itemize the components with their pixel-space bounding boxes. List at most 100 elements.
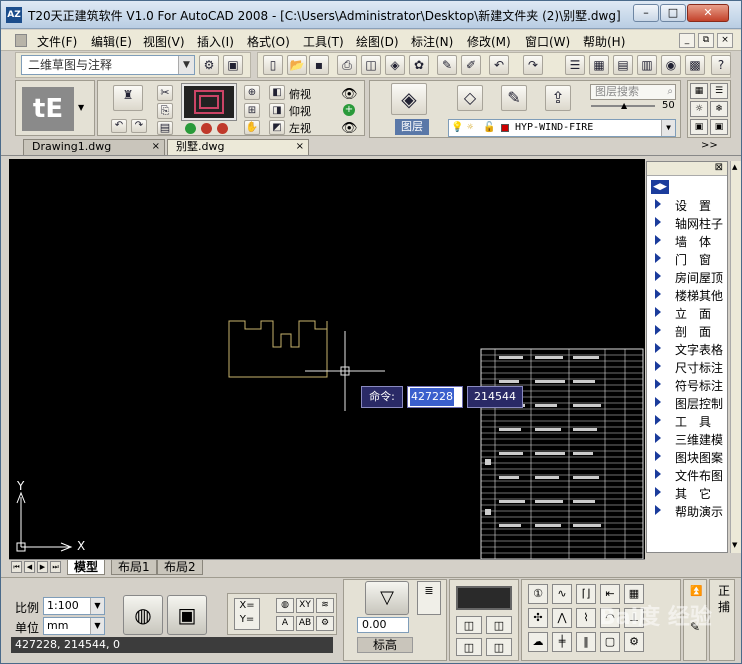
save-icon[interactable]: ▪	[309, 55, 329, 75]
maximize-button[interactable]: □	[660, 4, 686, 22]
device-button-icon[interactable]: ◫	[486, 638, 512, 656]
prev-tab-icon[interactable]: ◀	[24, 561, 35, 573]
last-tab-icon[interactable]: ⏭	[50, 561, 61, 573]
side-menu-item[interactable]: 尺寸标注	[647, 358, 727, 376]
new-file-icon[interactable]: ▯	[263, 55, 283, 75]
tab-villa[interactable]: 别墅.dwg ×	[167, 139, 309, 155]
cross-grid-icon[interactable]: ✣	[528, 608, 548, 628]
menu-tools[interactable]: 工具(T)	[303, 33, 344, 50]
red-dot-icon[interactable]	[201, 123, 212, 134]
coord-x-input[interactable]: 427228	[407, 386, 463, 408]
chevron-down-icon[interactable]: ▼	[90, 618, 104, 634]
side-menu-item[interactable]: 文字表格	[647, 340, 727, 358]
scroll-up-icon[interactable]: ▲	[732, 163, 737, 171]
globe-small-icon[interactable]: ◍	[276, 598, 294, 613]
undo-icon[interactable]: ↶	[489, 55, 509, 75]
close-button[interactable]: ✕	[687, 4, 729, 22]
drawing-frame-icon[interactable]: ▣	[167, 595, 207, 635]
device-button-icon[interactable]: ◫	[456, 638, 482, 656]
grid-icon[interactable]: ▦	[690, 83, 708, 99]
snowflake-icon[interactable]: ❄	[710, 101, 728, 117]
menu-view[interactable]: 视图(V)	[143, 33, 185, 50]
menu-window[interactable]: 窗口(W)	[525, 33, 570, 50]
xy-icon[interactable]: XY	[296, 598, 314, 613]
chevron-down-icon[interactable]: ▼	[78, 103, 84, 112]
tab-layout1[interactable]: 布局1	[111, 560, 157, 575]
side-menu-item[interactable]: 房间屋顶	[647, 268, 727, 286]
workspace-select[interactable]: 二维草图与注释 ▼	[21, 55, 195, 75]
layer-search-input[interactable]: 图层搜索 ⌕	[590, 84, 676, 100]
cut-icon[interactable]: ✂	[157, 85, 173, 101]
ruler-icon[interactable]: ≣	[417, 581, 441, 615]
properties-icon[interactable]: ☰	[565, 55, 585, 75]
paste-icon[interactable]: ▤	[157, 121, 173, 135]
wave-icon[interactable]: ∿	[552, 584, 572, 604]
bracket-icon[interactable]: ⌈⌋	[576, 584, 596, 604]
workspace-settings-icon[interactable]: ⚙	[199, 55, 219, 75]
undo-small-icon[interactable]: ↶	[111, 119, 127, 133]
list-icon[interactable]: ☰	[710, 83, 728, 99]
elevation-marker-icon[interactable]: ▽	[365, 581, 409, 615]
close-icon[interactable]: ×	[152, 140, 160, 154]
view-cube-icon[interactable]: ◨	[269, 103, 285, 118]
first-tab-icon[interactable]: ⏮	[11, 561, 22, 573]
gear-icon[interactable]: ⚙	[624, 632, 644, 652]
view-cube-icon[interactable]: ◧	[269, 85, 285, 100]
drawing-canvas[interactable]: Y X 命令: 427228 214544	[9, 159, 645, 559]
tab-model[interactable]: 模型	[67, 560, 106, 575]
break-line-icon[interactable]: ⌇	[576, 608, 596, 628]
xy-toggle-icon[interactable]: X= Y=	[234, 598, 260, 630]
side-menu-item[interactable]: 图块图案	[647, 448, 727, 466]
unit-select[interactable]: mm ▼	[43, 617, 105, 635]
layer-color-icon[interactable]	[181, 83, 237, 121]
coord-y-input[interactable]: 214544	[467, 386, 523, 408]
side-menu-item[interactable]: 帮助演示	[647, 502, 727, 520]
tab-drawing1[interactable]: Drawing1.dwg ×	[23, 139, 165, 155]
menu-insert[interactable]: 插入(I)	[197, 33, 234, 50]
next-tab-icon[interactable]: ▶	[37, 561, 48, 573]
view-top-label[interactable]: 俯视	[289, 86, 311, 102]
side-menu-item[interactable]: 设 置	[647, 196, 727, 214]
close-icon[interactable]: ⊠	[715, 162, 723, 173]
side-menu-item[interactable]: 其 它	[647, 484, 727, 502]
side-menu-item[interactable]: 符号标注	[647, 376, 727, 394]
side-menu-item[interactable]: 工 具	[647, 412, 727, 430]
zoom-window-icon[interactable]: ⊞	[244, 103, 260, 118]
close-icon[interactable]: ×	[296, 140, 304, 154]
chevron-down-icon[interactable]: ▼	[178, 56, 194, 74]
scale-select[interactable]: 1:100 ▼	[43, 597, 105, 615]
zigzag-icon[interactable]: ⋀	[552, 608, 572, 628]
side-menu-item[interactable]: 三维建模	[647, 430, 727, 448]
minimize-button[interactable]: –	[633, 4, 659, 22]
ab-icon[interactable]: AB	[296, 616, 314, 631]
globe-icon[interactable]: ◍	[123, 595, 163, 635]
text-icon[interactable]: A	[276, 616, 294, 631]
plot-icon[interactable]: ✿	[409, 55, 429, 75]
chevron-down-icon[interactable]: ▼	[90, 598, 104, 614]
device-button-icon[interactable]: ◫	[456, 616, 482, 634]
elevation-input[interactable]: 0.00	[357, 617, 409, 633]
green-plus-icon[interactable]: +	[343, 104, 355, 116]
calculator-icon[interactable]: ▩	[685, 55, 705, 75]
cloud-icon[interactable]: ☁	[528, 632, 548, 652]
menu-dimension[interactable]: 标注(N)	[411, 33, 453, 50]
view-cube-icon[interactable]: ◩	[269, 120, 285, 135]
box-icon[interactable]: ▢	[600, 632, 620, 652]
device-button-icon[interactable]: ◫	[486, 616, 512, 634]
doc-close-button[interactable]: ×	[717, 33, 733, 48]
print-icon[interactable]: ⎙	[337, 55, 357, 75]
side-menu-item[interactable]: 墙 体	[647, 232, 727, 250]
red-dot-icon[interactable]	[217, 123, 228, 134]
menu-modify[interactable]: 修改(M)	[467, 33, 511, 50]
menu-file[interactable]: 文件(F)	[37, 33, 77, 50]
collapse-arrows-icon[interactable]: ◀▶	[651, 180, 669, 194]
zoom-icon[interactable]: ⊕	[244, 85, 260, 100]
layer-stack-icon[interactable]: ◈	[391, 83, 427, 115]
pan-hand-icon[interactable]: ✋	[244, 120, 260, 135]
layer-isolate-icon[interactable]: ⇪	[545, 85, 571, 111]
pencil-icon[interactable]: ✎	[437, 55, 457, 75]
publish-icon[interactable]: ◈	[385, 55, 405, 75]
vertical-scrollbar[interactable]: ▲ ▼	[730, 161, 741, 553]
menu-edit[interactable]: 编辑(E)	[91, 33, 132, 50]
stamp-icon[interactable]: ♜	[113, 85, 143, 111]
